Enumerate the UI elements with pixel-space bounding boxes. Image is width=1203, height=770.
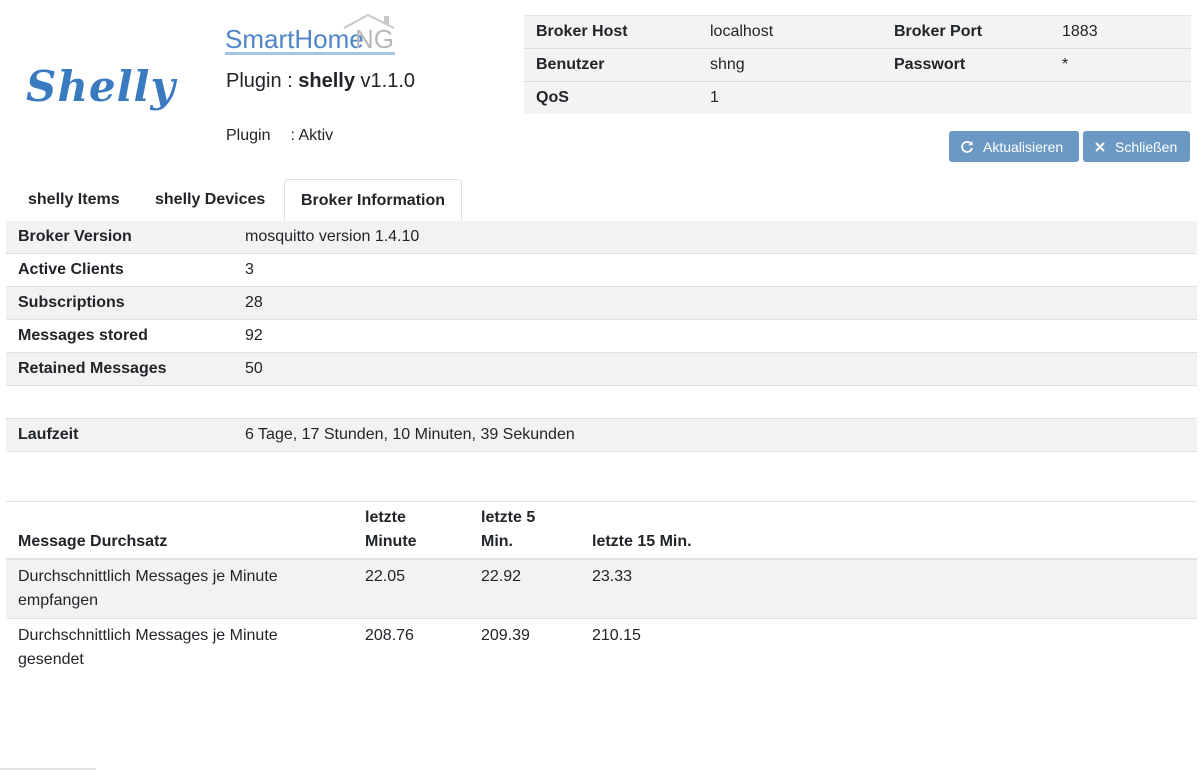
subscriptions-label: Subscriptions: [6, 286, 233, 320]
plugin-status: Plugin : Aktiv: [226, 127, 333, 145]
info-row: Benutzer shng Passwort *: [524, 48, 1191, 82]
broker-host-label: Broker Host: [524, 15, 698, 49]
info-row: QoS 1: [524, 81, 1191, 114]
table-row: Active Clients 3: [6, 253, 1197, 287]
throughput-m5: 209.39: [469, 618, 580, 677]
active-clients-label: Active Clients: [6, 253, 233, 287]
messages-stored-value: 92: [233, 319, 1197, 353]
table-row: Laufzeit 6 Tage, 17 Stunden, 10 Minuten,…: [6, 418, 1197, 452]
table-row: Broker Version mosquitto version 1.4.10: [6, 221, 1197, 254]
smarthomeng-logo: SmartHome NG: [225, 14, 395, 55]
messages-stored-label: Messages stored: [6, 319, 233, 353]
svg-text:SmartHome: SmartHome: [225, 24, 364, 54]
plugin-status-value: : Aktiv: [290, 127, 334, 144]
throughput-m15: 23.33: [580, 558, 1197, 619]
broker-info-table: Broker Host localhost Broker Port 1883 B…: [524, 15, 1191, 114]
tab-bar: shelly Items shelly Devices Broker Infor…: [6, 179, 1197, 222]
user-value: shng: [698, 48, 882, 82]
empty-cell: [6, 385, 233, 419]
close-icon: [1095, 141, 1105, 152]
table-row: Durchschnittlich Messages je Minute gese…: [6, 618, 1197, 677]
throughput-table: Message Durchsatz letzte Minute letzte 5…: [6, 501, 1197, 677]
subscriptions-value: 28: [233, 286, 1197, 320]
broker-version-label: Broker Version: [6, 221, 233, 254]
broker-version-value: mosquitto version 1.4.10: [233, 221, 1197, 254]
password-value: *: [1050, 48, 1191, 82]
table-row-spacer: [6, 385, 1197, 419]
svg-text:Shelly: Shelly: [26, 62, 177, 111]
password-label: Passwort: [882, 48, 1050, 82]
throughput-header: Message Durchsatz: [6, 501, 353, 560]
header-last-minute: letzte Minute: [353, 501, 469, 560]
plugin-version: v1.1.0: [360, 70, 416, 92]
shelly-logo: Shelly: [26, 62, 177, 111]
broker-port-value: 1883: [1050, 15, 1191, 49]
table-row: Subscriptions 28: [6, 286, 1197, 320]
info-row: Broker Host localhost Broker Port 1883: [524, 15, 1191, 49]
empty-cell: [882, 81, 1050, 114]
retained-messages-value: 50: [233, 352, 1197, 386]
throughput-m5: 22.92: [469, 558, 580, 619]
qos-label: QoS: [524, 81, 698, 114]
empty-cell: [233, 385, 1197, 419]
header-last-5-min: letzte 5 Min.: [469, 501, 580, 560]
table-row: Durchschnittlich Messages je Minute empf…: [6, 558, 1197, 619]
throughput-m1: 208.76: [353, 618, 469, 677]
table-row: Messages stored 92: [6, 319, 1197, 353]
table-row: Retained Messages 50: [6, 352, 1197, 386]
retained-messages-label: Retained Messages: [6, 352, 233, 386]
refresh-icon: [961, 140, 973, 153]
plugin-status-label: Plugin: [226, 127, 271, 144]
qos-value: 1: [698, 81, 882, 114]
tab-shelly-devices[interactable]: shelly Devices: [139, 179, 281, 221]
plugin-title: Plugin : shelly v1.1.0: [226, 70, 415, 93]
broker-stats-table: Broker Version mosquitto version 1.4.10 …: [6, 221, 1197, 452]
tab-shelly-items[interactable]: shelly Items: [12, 179, 136, 221]
plugin-name: shelly: [298, 70, 355, 92]
throughput-m1: 22.05: [353, 558, 469, 619]
refresh-button-label: Aktualisieren: [983, 138, 1064, 155]
broker-port-label: Broker Port: [882, 15, 1050, 49]
refresh-button[interactable]: Aktualisieren: [949, 131, 1079, 162]
header-last-15-min: letzte 15 Min.: [580, 501, 1197, 560]
broker-host-value: localhost: [698, 15, 882, 49]
uptime-value: 6 Tage, 17 Stunden, 10 Minuten, 39 Sekun…: [233, 418, 1197, 452]
close-button[interactable]: Schließen: [1083, 131, 1190, 162]
user-label: Benutzer: [524, 48, 698, 82]
throughput-header-row: Message Durchsatz letzte Minute letzte 5…: [6, 501, 1197, 560]
active-clients-value: 3: [233, 253, 1197, 287]
throughput-m15: 210.15: [580, 618, 1197, 677]
close-button-label: Schließen: [1115, 138, 1178, 155]
svg-text:NG: NG: [355, 24, 394, 54]
empty-cell: [1050, 81, 1191, 114]
throughput-row-label: Durchschnittlich Messages je Minute empf…: [6, 558, 353, 619]
uptime-label: Laufzeit: [6, 418, 233, 452]
throughput-row-label: Durchschnittlich Messages je Minute gese…: [6, 618, 353, 677]
tab-broker-information[interactable]: Broker Information: [284, 179, 463, 222]
plugin-prefix: Plugin :: [226, 70, 293, 92]
